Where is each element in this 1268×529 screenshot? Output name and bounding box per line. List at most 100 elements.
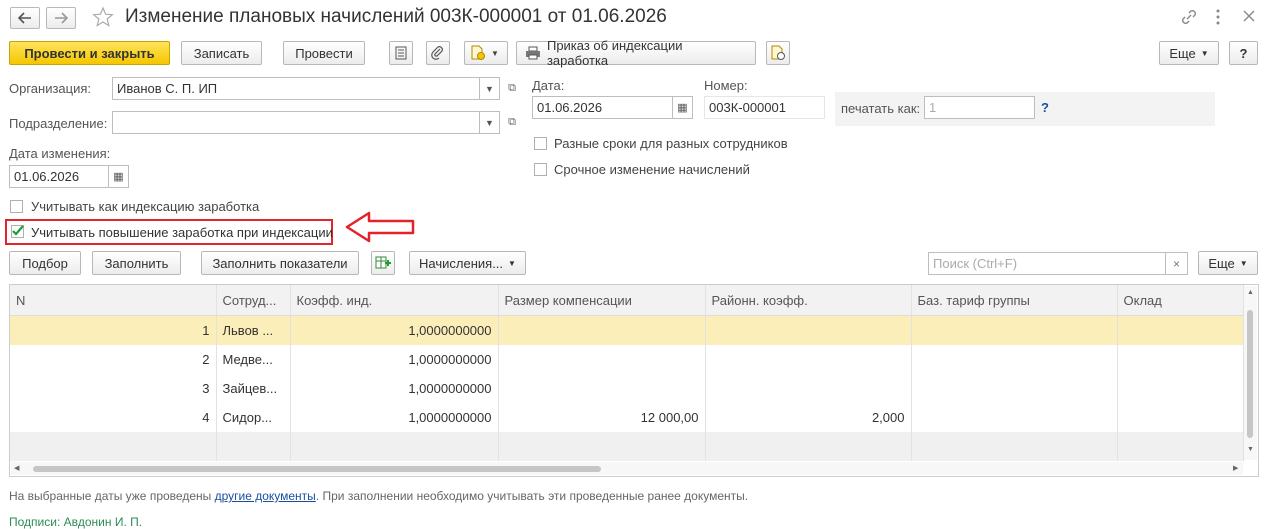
add-row-button[interactable] [371,251,395,275]
help-button[interactable]: ? [1229,41,1258,65]
table-row[interactable]: 2 Медве... 1,0000000000 [10,345,1244,374]
chevron-down-icon: ▼ [485,83,494,94]
create-based-button[interactable]: ▼ [464,41,508,65]
change-date-field[interactable]: 01.06.2026 [9,165,109,188]
cell-employee[interactable]: Львов ... [216,315,291,345]
link-icon[interactable] [1180,8,1198,29]
cell-employee[interactable]: Медве... [216,345,291,374]
increase-checkbox[interactable] [11,225,24,238]
print-help-link[interactable]: ? [1041,100,1049,115]
cell-salary[interactable] [1117,403,1244,432]
cell-salary[interactable] [1117,374,1244,403]
cell-compensation[interactable] [498,374,706,403]
table-more-button[interactable]: Еще ▼ [1198,251,1258,275]
as-indexation-checkbox[interactable] [10,200,23,213]
cell-regional-coef[interactable] [705,345,912,374]
department-open-button[interactable]: ⧉ [502,111,522,134]
organization-dropdown[interactable]: ▼ [480,77,500,100]
different-dates-label: Разные сроки для разных сотрудников [554,136,788,151]
cell-compensation[interactable]: 12 000,00 [498,403,706,432]
cell-coef[interactable]: 1,0000000000 [290,403,499,432]
post-button[interactable]: Провести [283,41,365,65]
search-input[interactable]: Поиск (Ctrl+F) [928,252,1166,275]
col-header-coef[interactable]: Коэфф. инд. [290,285,499,316]
horizontal-scroll-thumb[interactable] [33,466,601,472]
cell-base-tariff[interactable] [911,374,1118,403]
cell-n[interactable]: 2 [10,345,217,374]
cell-salary[interactable] [1117,345,1244,374]
table-row[interactable]: 3 Зайцев... 1,0000000000 [10,374,1244,403]
open-window-icon: ⧉ [508,82,516,94]
col-header-n[interactable]: N [10,285,217,316]
col-header-regional-coef[interactable]: Районн. коэфф. [705,285,912,316]
urgent-checkbox[interactable] [534,163,547,176]
date-calendar-button[interactable]: ▦ [673,96,693,119]
different-dates-checkbox[interactable] [534,137,547,150]
search-clear-button[interactable]: × [1166,252,1188,275]
cell-base-tariff[interactable] [911,315,1118,345]
organization-open-button[interactable]: ⧉ [502,77,522,100]
cell-coef[interactable]: 1,0000000000 [290,315,499,345]
cell-base-tariff[interactable] [911,345,1118,374]
open-window-icon: ⧉ [508,116,516,128]
department-dropdown[interactable]: ▼ [480,111,500,134]
other-documents-link[interactable]: другие документы [215,489,316,503]
signatures-link[interactable]: Подписи: Авдонин И. П. [9,515,142,529]
fill-indicators-button[interactable]: Заполнить показатели [201,251,359,275]
cell-compensation[interactable] [498,315,706,345]
paperclip-icon [431,46,443,60]
back-button[interactable] [10,7,40,29]
attach-button[interactable] [426,41,450,65]
report-button[interactable] [766,41,790,65]
horizontal-scrollbar[interactable]: ◀ ▶ [11,462,1243,475]
accruals-button[interactable]: Начисления... ▼ [409,251,526,275]
document-clock-icon [771,45,785,60]
vertical-scrollbar[interactable]: ▲ ▼ [1244,286,1257,460]
indexation-order-button[interactable]: Приказ об индексации заработка [516,38,756,68]
scroll-up-icon[interactable]: ▲ [1247,289,1254,296]
cell-regional-coef[interactable]: 2,000 [705,403,912,432]
col-header-employee[interactable]: Сотруд... [216,285,291,316]
cell-employee[interactable]: Зайцев... [216,374,291,403]
favorite-star-icon[interactable] [92,6,114,31]
pick-button[interactable]: Подбор [9,251,81,275]
table-row[interactable]: 1 Львов ... 1,0000000000 [10,315,1244,345]
date-field[interactable]: 01.06.2026 [532,96,673,119]
arrow-left-icon [18,12,31,24]
cell-compensation[interactable] [498,345,706,374]
organization-field[interactable]: Иванов С. П. ИП [112,77,480,100]
more-label: Еще [1169,45,1196,61]
print-as-field[interactable]: 1 [924,96,1035,119]
col-header-compensation[interactable]: Размер компенсации [498,285,706,316]
kebab-menu-icon[interactable] [1214,8,1222,29]
cell-coef[interactable]: 1,0000000000 [290,374,499,403]
more-button[interactable]: Еще ▼ [1159,41,1219,65]
cell-n[interactable]: 4 [10,403,217,432]
cell-regional-coef[interactable] [705,315,912,345]
close-icon[interactable] [1242,9,1256,26]
cell-n[interactable]: 1 [10,315,217,345]
change-date-calendar-button[interactable]: ▦ [109,165,129,188]
cell-base-tariff[interactable] [911,403,1118,432]
cell-regional-coef[interactable] [705,374,912,403]
department-field[interactable] [112,111,480,134]
cell-coef[interactable]: 1,0000000000 [290,345,499,374]
fill-button[interactable]: Заполнить [92,251,181,275]
number-field[interactable]: 003К-000001 [704,96,825,119]
col-header-salary[interactable]: Оклад [1117,285,1244,316]
scroll-down-icon[interactable]: ▼ [1247,446,1254,453]
list-button[interactable] [389,41,413,65]
save-button[interactable]: Записать [181,41,262,65]
cell-employee[interactable]: Сидор... [216,403,291,432]
scroll-right-icon[interactable]: ▶ [1233,464,1238,472]
cell-salary[interactable] [1117,315,1244,345]
col-header-base-tariff[interactable]: Баз. тариф группы [911,285,1118,316]
table-more-label: Еще [1208,255,1235,271]
post-and-close-button[interactable]: Провести и закрыть [9,41,170,65]
forward-button[interactable] [46,7,76,29]
document-create-icon [471,45,485,60]
cell-n[interactable]: 3 [10,374,217,403]
scroll-left-icon[interactable]: ◀ [14,464,19,472]
table-row[interactable]: 4 Сидор... 1,0000000000 12 000,00 2,000 [10,403,1244,432]
vertical-scroll-thumb[interactable] [1247,310,1253,438]
